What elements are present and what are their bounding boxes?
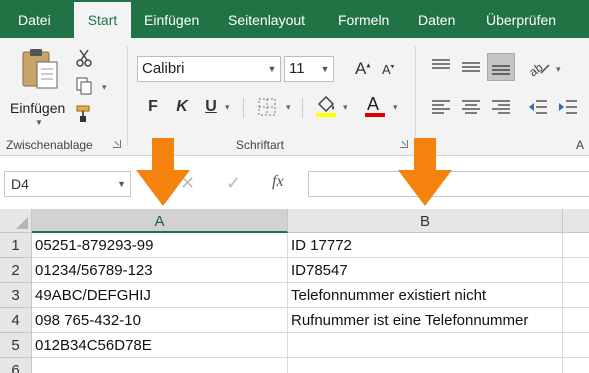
arrow-down-icon [398,138,452,206]
name-box-value: D4 [11,176,29,192]
cell-b3[interactable]: Telefonnummer existiert nicht [288,283,563,308]
name-box[interactable]: D4 ▼ [4,171,131,197]
cell-b1[interactable]: ID 17772 [288,233,563,258]
cell-c2[interactable] [563,258,589,283]
clipboard-paste-icon [22,49,58,89]
chevron-down-icon: ▼ [320,64,330,74]
borders-icon[interactable] [258,98,276,116]
cell-a4[interactable]: 098 765-432-10 [32,308,288,333]
alignment-group-label: A [576,138,585,152]
cell-b6[interactable] [288,358,563,373]
orientation-icon[interactable]: ab [527,57,551,77]
align-center-icon[interactable] [461,99,481,115]
borders-dropdown-icon[interactable]: ▾ [286,102,291,113]
paste-button[interactable]: Einfügen ▼ [8,46,70,127]
font-name-value: Calibri [142,60,185,77]
align-top-icon[interactable] [431,58,451,74]
increase-indent-icon[interactable] [558,99,578,115]
row-header[interactable]: 3 [0,283,32,308]
select-all-button[interactable] [0,209,32,233]
formula-bar: D4 ▼ ⋮ ✕ ✓ fx [0,157,589,209]
worksheet-grid: A B 1 05251-879293-99 ID 17772 2 01234/5… [0,209,589,373]
font-color-icon[interactable]: A [364,94,386,118]
svg-text:A: A [367,94,379,114]
align-bottom-icon [492,65,510,75]
cell-b2[interactable]: ID78547 [288,258,563,283]
cell-a5[interactable]: 012B34C56D78E [32,333,288,358]
shrink-font-icon[interactable]: A▾ [382,62,394,77]
chevron-down-icon: ▼ [267,64,277,74]
clipboard-group-label: Zwischenablage [6,138,93,152]
tab-einfuegen[interactable]: Einfügen [144,0,199,38]
row-header[interactable]: 6 [0,358,32,373]
format-painter-icon[interactable] [74,104,94,124]
font-color-dropdown-icon[interactable]: ▾ [393,102,398,113]
grow-font-icon[interactable]: A▴ [355,59,370,79]
clipboard-dialog-launcher-icon[interactable] [113,140,121,148]
cell-a3[interactable]: 49ABC/DEFGHIJ [32,283,288,308]
decrease-indent-icon[interactable] [528,99,548,115]
font-size-value: 11 [289,60,305,77]
row-header[interactable]: 2 [0,258,32,283]
fill-color-icon[interactable] [315,94,337,118]
row-header[interactable]: 4 [0,308,32,333]
ribbon-tab-bar: Datei Start Einfügen Seitenlayout Formel… [0,0,589,38]
font-size-combo[interactable]: 11 ▼ [284,56,334,82]
cell-a2[interactable]: 01234/56789-123 [32,258,288,283]
orientation-dropdown-icon[interactable]: ▾ [556,64,561,75]
cell-c5[interactable] [563,333,589,358]
arrow-down-icon [136,138,190,206]
scissors-icon[interactable] [74,48,94,68]
align-right-icon[interactable] [491,99,511,115]
underline-button[interactable]: U [201,96,221,118]
column-header-b[interactable]: B [288,209,563,233]
cell-a6[interactable] [32,358,288,373]
row-header[interactable]: 5 [0,333,32,358]
copy-dropdown-icon[interactable]: ▾ [102,82,107,93]
tab-start[interactable]: Start [74,0,131,38]
align-middle-icon[interactable] [461,60,481,76]
svg-text:ab: ab [527,60,546,77]
tab-daten[interactable]: Daten [418,0,455,38]
cell-a1[interactable]: 05251-879293-99 [32,233,288,258]
ribbon: Einfügen ▼ ▾ Zwischenablage Calibri ▼ 11… [0,38,589,156]
align-left-icon[interactable] [431,99,451,115]
tab-seitenlayout[interactable]: Seitenlayout [228,0,305,38]
tab-formeln[interactable]: Formeln [338,0,389,38]
tab-ueberpruefen[interactable]: Überprüfen [486,0,556,38]
font-group-label: Schriftart [236,138,285,152]
confirm-icon[interactable]: ✓ [226,173,241,194]
cell-b5[interactable] [288,333,563,358]
paste-label: Einfügen [10,100,66,116]
insert-function-button[interactable]: fx [272,173,284,191]
font-name-combo[interactable]: Calibri ▼ [137,56,281,82]
chevron-down-icon: ▼ [35,118,43,127]
copy-icon[interactable] [74,76,94,96]
column-header-c[interactable] [563,209,589,233]
column-header-a[interactable]: A [32,209,288,233]
cell-c1[interactable] [563,233,589,258]
cell-b4[interactable]: Rufnummer ist eine Telefonnummer [288,308,563,333]
tab-datei[interactable]: Datei [18,0,51,38]
fill-color-dropdown-icon[interactable]: ▾ [343,102,348,113]
cell-c4[interactable] [563,308,589,333]
underline-dropdown-icon[interactable]: ▾ [225,102,230,113]
chevron-down-icon: ▼ [117,179,126,189]
italic-button[interactable]: K [172,96,192,118]
cell-c3[interactable] [563,283,589,308]
align-bottom-button[interactable] [487,53,515,81]
bold-button[interactable]: F [143,96,163,118]
row-header[interactable]: 1 [0,233,32,258]
